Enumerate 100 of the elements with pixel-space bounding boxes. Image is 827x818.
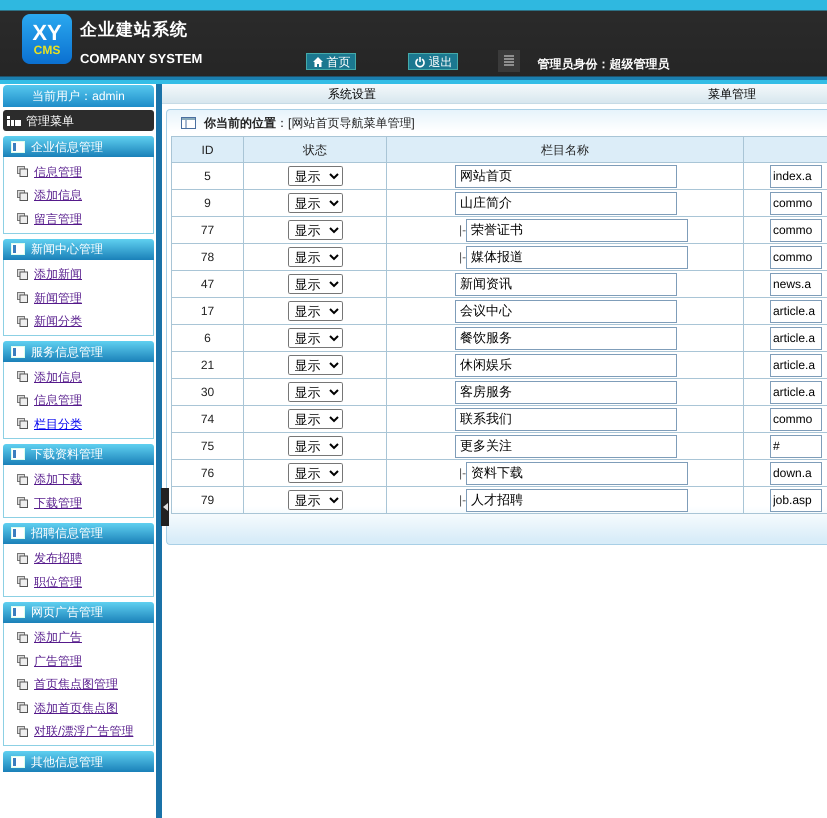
page-icon: [17, 702, 28, 714]
menu-link[interactable]: 添加新闻: [34, 265, 82, 284]
menu-title: 管理菜单: [26, 112, 74, 130]
status-select[interactable]: 显示: [288, 436, 342, 456]
link-field[interactable]: down.a: [770, 462, 822, 484]
panel-icon: [11, 140, 25, 152]
link-field[interactable]: commo: [770, 246, 822, 268]
link-field[interactable]: commo: [770, 218, 822, 242]
link-field[interactable]: index.a: [770, 164, 822, 188]
page-icon: [17, 576, 28, 588]
panel-icon: [11, 243, 25, 255]
menu-link[interactable]: 留言管理: [34, 210, 82, 228]
menu-link[interactable]: 新闻管理: [34, 288, 82, 307]
name-field[interactable]: 餐饮服务: [455, 326, 677, 350]
tree-prefix: |-: [459, 492, 466, 509]
menu-link[interactable]: 添加信息: [34, 186, 82, 204]
status-select[interactable]: 显示: [288, 490, 342, 510]
menu-link[interactable]: 下载管理: [34, 494, 82, 512]
link-field[interactable]: job.asp: [770, 488, 822, 512]
link-field[interactable]: commo: [770, 192, 822, 214]
menu-link[interactable]: 对联/漂浮广告管理: [34, 722, 134, 740]
page-icon: [17, 655, 28, 666]
id-cell: 75: [172, 432, 244, 460]
name-field[interactable]: 休闲娱乐: [455, 354, 677, 376]
page-icon: [17, 166, 28, 178]
name-field[interactable]: 新闻资讯: [455, 272, 677, 296]
grid-icon: [7, 116, 21, 126]
tree-prefix: |-: [459, 249, 466, 266]
status-select[interactable]: 显示: [288, 247, 342, 267]
panel-icon: [11, 346, 25, 358]
menu-link[interactable]: 添加广告: [34, 628, 82, 646]
id-cell: 17: [172, 298, 244, 324]
status-select[interactable]: 显示: [288, 301, 342, 321]
page-icon: [17, 418, 28, 430]
logout-button[interactable]: 退出: [408, 53, 458, 70]
link-field[interactable]: article.a: [770, 354, 822, 376]
id-cell: 9: [172, 190, 244, 216]
panel-icon: [11, 756, 25, 768]
name-field[interactable]: 网站首页: [455, 164, 677, 188]
column-header: ID: [172, 136, 244, 162]
link-field[interactable]: #: [770, 434, 822, 458]
status-select[interactable]: 显示: [288, 220, 342, 240]
name-field[interactable]: 资料下载: [466, 462, 688, 484]
name-field[interactable]: 山庄简介: [455, 192, 677, 214]
link-field[interactable]: article.a: [770, 326, 822, 350]
home-icon: [312, 56, 324, 68]
page-icon: [17, 394, 28, 406]
menu-link[interactable]: 发布招聘: [34, 549, 82, 568]
left-arrow-icon: [162, 503, 168, 511]
page-icon: [17, 292, 28, 304]
menu-link[interactable]: 职位管理: [34, 572, 82, 591]
status-select[interactable]: 显示: [288, 355, 342, 375]
menu-link[interactable]: 添加下载: [34, 470, 82, 488]
menu-link[interactable]: 信息管理: [34, 162, 82, 181]
name-field[interactable]: 人才招聘: [466, 488, 688, 512]
link-field[interactable]: article.a: [770, 300, 822, 322]
status-select[interactable]: 显示: [288, 409, 342, 429]
menu-link[interactable]: 栏目分类: [34, 414, 82, 433]
link-field[interactable]: commo: [770, 408, 822, 430]
page-icon: [17, 632, 28, 643]
page-icon: [17, 678, 28, 690]
status-select[interactable]: 显示: [288, 382, 342, 402]
page-icon: [17, 371, 28, 382]
menu-link[interactable]: 信息管理: [34, 391, 82, 410]
name-field[interactable]: 更多关注: [455, 434, 677, 458]
id-cell: 78: [172, 244, 244, 270]
status-select[interactable]: 显示: [288, 274, 342, 294]
status-select[interactable]: 显示: [288, 463, 342, 483]
id-cell: 21: [172, 352, 244, 378]
status-select[interactable]: 显示: [288, 166, 342, 186]
name-field[interactable]: 会议中心: [455, 300, 677, 322]
link-field[interactable]: news.a: [770, 272, 822, 296]
id-cell: 5: [172, 162, 244, 190]
id-cell: 76: [172, 460, 244, 486]
menu-link[interactable]: 添加首页焦点图: [34, 698, 118, 717]
menu-link[interactable]: 首页焦点图管理: [34, 675, 118, 694]
name-field[interactable]: 联系我们: [455, 408, 677, 430]
tab[interactable]: 菜单管理: [542, 84, 827, 104]
menu-link[interactable]: 新闻分类: [34, 312, 82, 330]
tab[interactable]: 系统设置: [162, 84, 542, 104]
page-icon: [17, 552, 28, 564]
collapse-handle[interactable]: [161, 488, 169, 526]
name-field[interactable]: 荣誉证书: [466, 218, 688, 242]
breadcrumb: 你当前的位置：[网站首页导航菜单管理]: [204, 115, 415, 132]
menu-link[interactable]: 添加信息: [34, 368, 82, 386]
page-icon: [17, 213, 28, 224]
menu-link[interactable]: 广告管理: [34, 652, 82, 670]
power-icon: [414, 56, 426, 68]
link-field[interactable]: article.a: [770, 380, 822, 404]
panel-icon: [11, 448, 25, 460]
status-select[interactable]: 显示: [288, 328, 342, 348]
name-field[interactable]: 客房服务: [455, 380, 677, 404]
home-button[interactable]: 首页: [306, 53, 356, 70]
status-select[interactable]: 显示: [288, 193, 342, 213]
page-icon: [17, 474, 28, 485]
admin-role: 管理员身份：超级管理员: [537, 56, 670, 73]
column-header: 状态: [244, 136, 386, 162]
name-field[interactable]: 媒体报道: [466, 246, 688, 268]
id-cell: 77: [172, 216, 244, 244]
list-icon: [498, 50, 520, 72]
